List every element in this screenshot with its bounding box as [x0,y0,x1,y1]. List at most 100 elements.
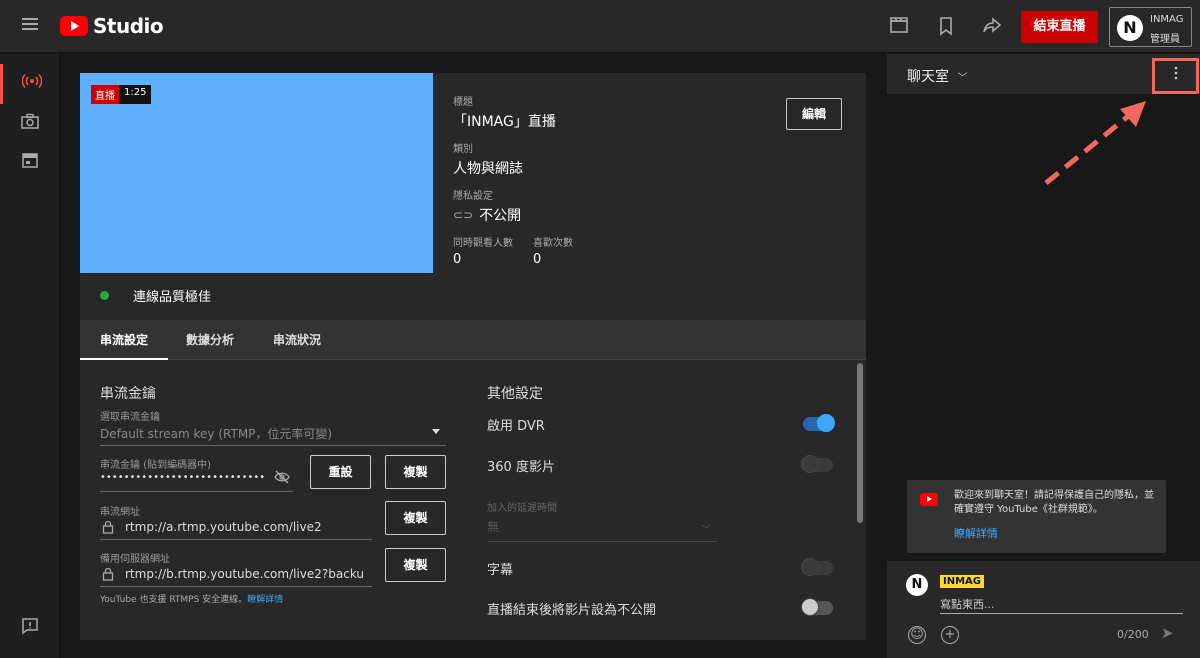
dropdown-arrow-icon[interactable] [432,429,440,434]
welcome-text: 歡迎來到聊天室！請記得保護自己的隱私，並確實遵守 YouTube《社群規範》。 [954,490,1154,515]
vr360-label: 360 度影片 [487,460,555,475]
divider [940,613,1183,614]
connection-quality: 連線品質極佳 [100,286,211,305]
copy-backup-url-button[interactable]: 複製 [385,548,446,582]
share-icon[interactable] [981,16,1003,38]
chat-username: INMAG [940,575,984,588]
youtube-logo-icon [60,16,88,36]
send-icon[interactable]: ➤ [1161,624,1174,642]
stream-key-heading: 串流金鑰 [100,386,156,402]
tab-analytics[interactable]: 數據分析 [170,320,250,360]
copy-url-button[interactable]: 複製 [385,501,446,535]
stream-meta: 標題 「INMAG」直播 類別 人物與網誌 隱私設定 ⊂⊃ 不公開 同時觀看人數… [453,93,573,267]
live-duration: 1:25 [119,85,152,104]
chevron-down-icon: ﹀ [701,525,711,536]
menu-icon[interactable] [22,18,38,30]
backup-url-field[interactable]: rtmp://b.rtmp.youtube.com/live2?backu [125,567,364,581]
visibility-off-icon[interactable] [274,469,290,488]
stream-key-label: 串流金鑰 (貼到編碼器中) [100,460,211,471]
live-label: 直播 [91,85,119,104]
chat-message-input[interactable]: 寫點東西... [940,596,995,612]
divider [100,445,446,446]
chevron-down-icon: ﹀ [957,73,968,84]
tab-bar: 串流設定 數據分析 串流狀況 [80,320,866,360]
camera-icon[interactable] [0,104,60,144]
stream-key-select[interactable]: Default stream key (RTMP，位元率可變) [100,425,332,442]
stream-url-label: 串流網址 [100,507,140,518]
delay-label: 加入的延遲時間 [487,503,557,514]
end-stream-button[interactable]: 結束直播 [1021,11,1098,43]
live-badge: 直播 1:25 [91,85,152,104]
likes-count: 0 [533,252,542,267]
divider [100,491,293,492]
unlist-toggle[interactable] [801,598,833,616]
char-count: 0/200 [1117,628,1149,641]
avatar: N [906,574,928,596]
account-button[interactable]: N INMAG 管理員 [1109,7,1192,47]
delay-select: 無 [487,520,500,534]
category-label: 類別 [453,144,473,155]
chat-mode-select[interactable]: 聊天室 ﹀ [907,66,967,86]
chat-panel: 聊天室 ﹀ 歡迎來到聊天室！請記得保護自己的隱私，並確實遵守 YouTube《社… [887,54,1200,658]
emoji-icon[interactable]: ☺ [908,626,926,644]
divider [487,541,717,542]
stream-key-field[interactable]: •••••••••••••••••••••••••••• [100,472,265,483]
link-icon: ⊂⊃ [453,208,474,222]
divider [100,539,372,540]
dvr-toggle[interactable] [803,414,835,432]
clapperboard-icon[interactable] [888,16,910,38]
stream-url-field[interactable]: rtmp://a.rtmp.youtube.com/live2 [125,520,322,534]
feedback-icon[interactable] [0,610,60,650]
stream-privacy: ⊂⊃ 不公開 [453,205,573,225]
more-vert-icon [1174,66,1177,80]
top-bar: Studio 結束直播 N INMAG 管理員 [0,0,1200,53]
other-settings-heading: 其他設定 [487,386,543,402]
calendar-icon[interactable] [0,144,60,184]
bookmark-icon[interactable] [935,16,957,38]
learn-more-link[interactable]: 瞭解詳情 [954,525,998,541]
learn-more-link[interactable]: 瞭解詳情 [247,595,283,605]
copy-key-button[interactable]: 複製 [385,455,446,489]
add-icon[interactable]: + [941,626,959,644]
select-key-label: 選取串流金鑰 [100,412,160,423]
rtmps-note: YouTube 也支援 RTMPS 安全連線。瞭解詳情 [100,592,283,605]
stream-panel: 直播 1:25 連線品質極佳 標題 「INMAG」直播 類別 人物與網誌 隱私設… [80,73,866,640]
more-options-button[interactable] [1152,58,1199,94]
chat-input-area: N INMAG 寫點東西... ☺ + 0/200 ➤ [887,561,1200,658]
account-name: INMAG [1150,14,1184,25]
divider [100,586,372,587]
title-label: 標題 [453,97,473,108]
sidebar [0,54,60,658]
lock-icon [102,519,114,538]
studio-label: Studio [93,14,164,38]
viewers-label: 同時觀看人數 [453,238,513,249]
stream-title: 「INMAG」直播 [453,114,556,130]
lock-icon [102,566,114,585]
likes-label: 喜歡次數 [533,238,573,249]
rtmps-note-text: YouTube 也支援 RTMPS 安全連線。 [100,595,248,605]
live-stream-icon[interactable] [0,64,60,104]
chat-title: 聊天室 [907,69,949,85]
privacy-value: 不公開 [479,208,522,224]
stream-preview: 直播 1:25 [80,73,433,273]
tab-stream-health[interactable]: 串流狀況 [256,320,338,360]
chat-welcome-notice: 歡迎來到聊天室！請記得保護自己的隱私，並確實遵守 YouTube《社群規範》。 … [907,480,1166,553]
backup-url-label: 備用伺服器網址 [100,554,170,565]
studio-logo[interactable]: Studio [60,14,164,38]
avatar: N [1117,15,1143,41]
status-dot-icon [100,291,109,300]
settings-scrollbar[interactable] [857,363,863,523]
reset-key-button[interactable]: 重設 [310,455,371,489]
captions-toggle[interactable] [801,558,833,576]
account-role: 管理員 [1150,34,1180,45]
edit-button[interactable]: 編輯 [786,98,842,130]
privacy-label: 隱私設定 [453,191,493,202]
captions-label: 字幕 [487,563,514,578]
vr360-toggle[interactable] [801,455,833,473]
connection-quality-text: 連線品質極佳 [133,290,212,305]
stream-category: 人物與網誌 [453,161,523,177]
unlist-label: 直播結束後將影片設為不公開 [487,603,657,618]
chat-header: 聊天室 ﹀ [887,54,1200,95]
youtube-logo-icon [920,493,938,506]
tab-stream-settings[interactable]: 串流設定 [80,320,168,360]
